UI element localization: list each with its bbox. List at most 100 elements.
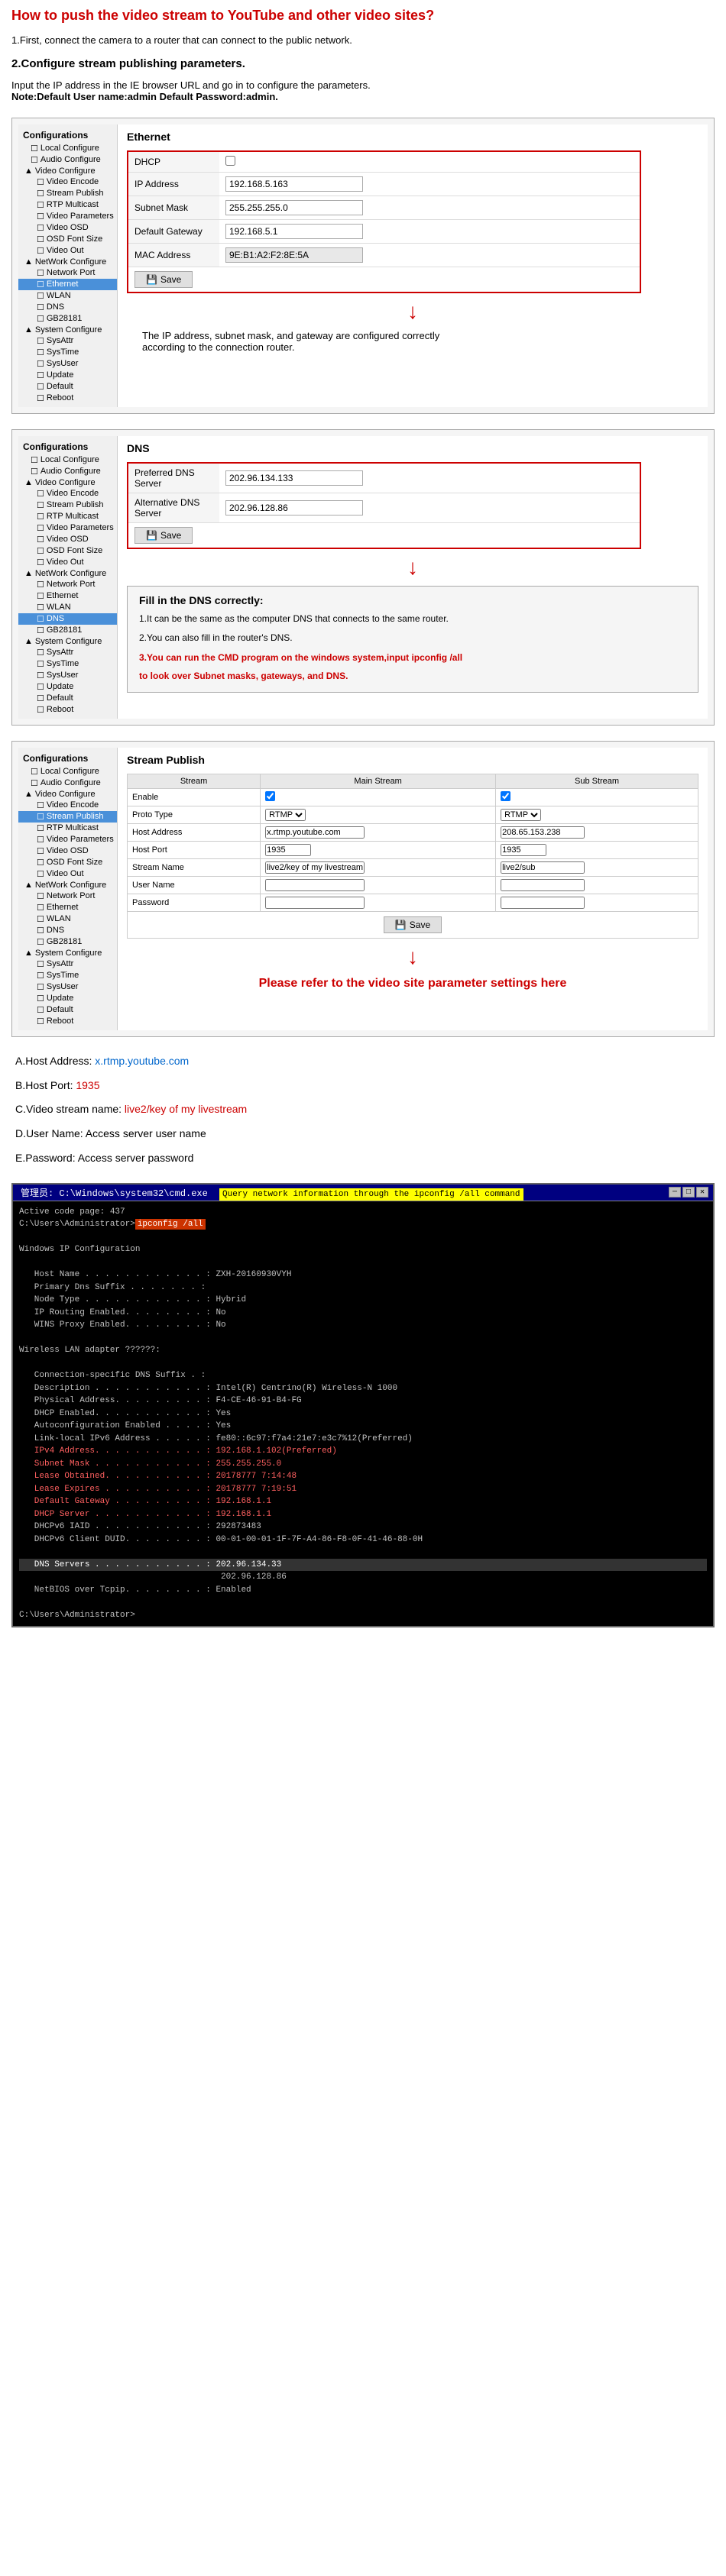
- s3-reboot[interactable]: ☐ Reboot: [18, 1016, 117, 1027]
- sidebar-item-local[interactable]: ☐ Local Configure: [18, 143, 117, 154]
- sidebar-item-dns-1[interactable]: ☐ DNS: [18, 302, 117, 313]
- host-port-main-input[interactable]: [265, 844, 311, 856]
- s2-dns-selected[interactable]: ☐ DNS: [18, 613, 117, 625]
- s2-sysattr[interactable]: ☐ SysAttr: [18, 647, 117, 658]
- host-addr-sub-input[interactable]: [501, 826, 585, 839]
- sidebar-item-system-configure-1[interactable]: ▲ System Configure: [18, 325, 117, 335]
- sidebar-title-2: Configurations: [18, 439, 117, 454]
- s3-update[interactable]: ☐ Update: [18, 993, 117, 1004]
- s3-sys-configure[interactable]: ▲ System Configure: [18, 948, 117, 958]
- s3-video-configure[interactable]: ▲ Video Configure: [18, 789, 117, 800]
- sidebar-item-gb1[interactable]: ☐ GB28181: [18, 313, 117, 325]
- s2-reboot[interactable]: ☐ Reboot: [18, 704, 117, 716]
- alt-dns-input[interactable]: [225, 500, 363, 516]
- password-main-input[interactable]: [265, 897, 365, 909]
- sidebar-item-systime-1[interactable]: ☐ SysTime: [18, 347, 117, 358]
- sidebar-item-video-encode[interactable]: ☐ Video Encode: [18, 176, 117, 188]
- s3-systime[interactable]: ☐ SysTime: [18, 970, 117, 981]
- s2-network-configure[interactable]: ▲ NetWork Configure: [18, 568, 117, 579]
- gateway-input[interactable]: [225, 224, 363, 239]
- save-button-dns[interactable]: 💾 Save: [135, 527, 193, 544]
- sidebar-item-video-configure[interactable]: ▲ Video Configure: [18, 166, 117, 176]
- s3-dns[interactable]: ☐ DNS: [18, 925, 117, 936]
- s3-ve[interactable]: ☐ Video Encode: [18, 800, 117, 811]
- username-sub-input[interactable]: [501, 879, 585, 891]
- s2-audio[interactable]: ☐ Audio Configure: [18, 466, 117, 477]
- sidebar-item-default-1[interactable]: ☐ Default: [18, 381, 117, 393]
- s3-rtp[interactable]: ☐ RTP Multicast: [18, 823, 117, 834]
- s3-gb[interactable]: ☐ GB28181: [18, 936, 117, 948]
- enable-main-check[interactable]: [265, 791, 275, 801]
- stream-name-sub-input[interactable]: [501, 861, 585, 874]
- s2-np[interactable]: ☐ Network Port: [18, 579, 117, 590]
- sidebar-item-audio[interactable]: ☐ Audio Configure: [18, 154, 117, 166]
- s3-sysattr[interactable]: ☐ SysAttr: [18, 958, 117, 970]
- username-main-input[interactable]: [265, 879, 365, 891]
- sidebar-item-vparams[interactable]: ☐ Video Parameters: [18, 211, 117, 222]
- sidebar-item-vout1[interactable]: ☐ Video Out: [18, 245, 117, 257]
- dhcp-checkbox[interactable]: [225, 156, 235, 166]
- s3-local[interactable]: ☐ Local Configure: [18, 766, 117, 777]
- s2-eth[interactable]: ☐ Ethernet: [18, 590, 117, 602]
- s2-ve[interactable]: ☐ Video Encode: [18, 488, 117, 499]
- s2-local[interactable]: ☐ Local Configure: [18, 454, 117, 466]
- gateway-label: Default Gateway: [128, 219, 219, 243]
- stream-name-main-input[interactable]: [265, 861, 365, 874]
- cmd-close[interactable]: ✕: [696, 1187, 708, 1198]
- proto-main-select[interactable]: RTMP: [265, 809, 306, 821]
- s3-network-configure[interactable]: ▲ NetWork Configure: [18, 880, 117, 890]
- s2-sys-configure[interactable]: ▲ System Configure: [18, 636, 117, 647]
- pref-dns-input[interactable]: [225, 470, 363, 486]
- s2-wlan[interactable]: ☐ WLAN: [18, 602, 117, 613]
- sidebar-item-wlan-1[interactable]: ☐ WLAN: [18, 290, 117, 302]
- sidebar-item-ethernet-1[interactable]: ☐ Ethernet: [18, 279, 117, 290]
- s2-update[interactable]: ☐ Update: [18, 681, 117, 693]
- s3-default[interactable]: ☐ Default: [18, 1004, 117, 1016]
- sidebar-item-osdfs[interactable]: ☐ OSD Font Size: [18, 234, 117, 245]
- proto-main: RTMP: [261, 806, 496, 823]
- s2-gb[interactable]: ☐ GB28181: [18, 625, 117, 636]
- s3-audio[interactable]: ☐ Audio Configure: [18, 777, 117, 789]
- s2-osdfs[interactable]: ☐ OSD Font Size: [18, 545, 117, 557]
- proto-sub-select[interactable]: RTMP: [501, 809, 541, 821]
- host-port-sub-input[interactable]: [501, 844, 546, 856]
- s2-vosd[interactable]: ☐ Video OSD: [18, 534, 117, 545]
- s2-rtp[interactable]: ☐ RTP Multicast: [18, 511, 117, 522]
- s3-wlan[interactable]: ☐ WLAN: [18, 913, 117, 925]
- s3-vout[interactable]: ☐ Video Out: [18, 868, 117, 880]
- save-button-stream[interactable]: 💾 Save: [384, 916, 442, 933]
- sidebar-item-rtp[interactable]: ☐ RTP Multicast: [18, 199, 117, 211]
- sidebar-item-reboot-1[interactable]: ☐ Reboot: [18, 393, 117, 404]
- s2-sp[interactable]: ☐ Stream Publish: [18, 499, 117, 511]
- s3-vosd[interactable]: ☐ Video OSD: [18, 845, 117, 857]
- sidebar-item-network-configure-1[interactable]: ▲ NetWork Configure: [18, 257, 117, 267]
- s3-eth[interactable]: ☐ Ethernet: [18, 902, 117, 913]
- sidebar-item-sysuser-1[interactable]: ☐ SysUser: [18, 358, 117, 370]
- s2-video-configure[interactable]: ▲ Video Configure: [18, 477, 117, 488]
- enable-sub-check[interactable]: [501, 791, 510, 801]
- cmd-maximize[interactable]: □: [682, 1187, 695, 1198]
- cmd-minimize[interactable]: ─: [669, 1187, 681, 1198]
- host-addr-main-input[interactable]: [265, 826, 365, 839]
- sidebar-item-update-1[interactable]: ☐ Update: [18, 370, 117, 381]
- s2-vp[interactable]: ☐ Video Parameters: [18, 522, 117, 534]
- s2-default[interactable]: ☐ Default: [18, 693, 117, 704]
- save-button-1[interactable]: 💾 Save: [135, 271, 193, 288]
- intro-note-text: Input the IP address in the IE browser U…: [11, 79, 371, 91]
- s2-systime[interactable]: ☐ SysTime: [18, 658, 117, 670]
- section2-sidebar: Configurations ☐ Local Configure ☐ Audio…: [18, 436, 118, 719]
- ip-input[interactable]: [225, 176, 363, 192]
- s3-vp[interactable]: ☐ Video Parameters: [18, 834, 117, 845]
- password-sub-input[interactable]: [501, 897, 585, 909]
- sidebar-item-stream-publish-1[interactable]: ☐ Stream Publish: [18, 188, 117, 199]
- mask-input[interactable]: [225, 200, 363, 215]
- sidebar-item-sysattr-1[interactable]: ☐ SysAttr: [18, 335, 117, 347]
- s2-vout[interactable]: ☐ Video Out: [18, 557, 117, 568]
- s3-np[interactable]: ☐ Network Port: [18, 890, 117, 902]
- sidebar-item-network-port-1[interactable]: ☐ Network Port: [18, 267, 117, 279]
- s3-osdfs[interactable]: ☐ OSD Font Size: [18, 857, 117, 868]
- s2-sysuser[interactable]: ☐ SysUser: [18, 670, 117, 681]
- sidebar-item-vosd[interactable]: ☐ Video OSD: [18, 222, 117, 234]
- s3-sysuser[interactable]: ☐ SysUser: [18, 981, 117, 993]
- s3-sp-selected[interactable]: ☐ Stream Publish: [18, 811, 117, 823]
